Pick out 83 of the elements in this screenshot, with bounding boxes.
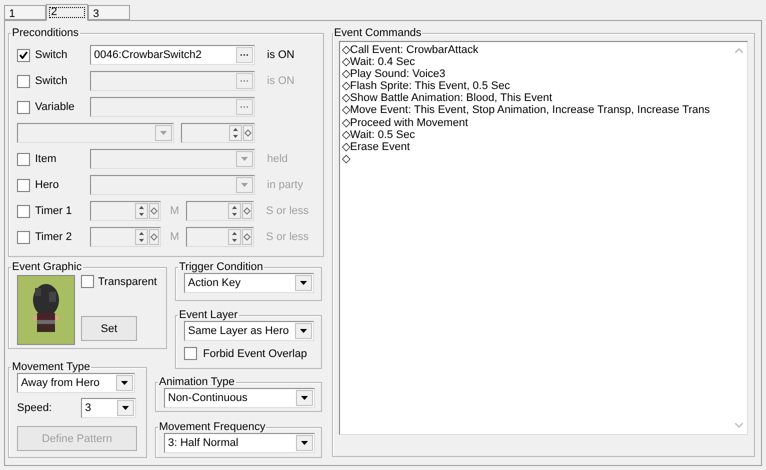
group-title: Preconditions: [11, 27, 80, 39]
dropdown[interactable]: 3: Half Normal: [164, 433, 315, 453]
set-button[interactable]: Set: [81, 316, 137, 341]
checkbox[interactable]: [17, 48, 30, 62]
checkbox-label: Variable: [35, 101, 75, 113]
unit-label: M: [170, 205, 180, 217]
group-title: Movement Type: [11, 361, 92, 373]
condition-label: is ON: [267, 75, 294, 87]
command-line[interactable]: ◇: [342, 152, 730, 165]
dropdown[interactable]: 3: [81, 398, 136, 418]
number-field[interactable]: [90, 201, 161, 221]
command-line[interactable]: ◇Flash Sprite: This Event, 0.5 Sec: [342, 80, 730, 92]
checkbox-label: Hero: [35, 179, 59, 191]
dropdown[interactable]: [90, 149, 255, 169]
text-field[interactable]: ···: [90, 97, 255, 117]
dropdown[interactable]: Away from Hero: [17, 373, 135, 393]
checkbox-label: Transparent: [98, 276, 157, 288]
dropdown-arrow-icon: [241, 157, 248, 161]
number-field[interactable]: [181, 123, 255, 143]
dropdown-arrow-icon: [301, 396, 308, 400]
group-title: Movement Frequency: [158, 421, 266, 433]
group-title: Animation Type: [158, 376, 236, 388]
dropdown[interactable]: Same Layer as Hero: [184, 321, 314, 341]
command-line[interactable]: ◇Move Event: This Event, Stop Animation, Increase Transp, Increase Trans: [342, 104, 730, 117]
command-line[interactable]: ◇Erase Event: [342, 140, 730, 153]
spin-buttons[interactable]: [229, 125, 242, 141]
command-line[interactable]: ◇Proceed with Movement: [342, 116, 730, 129]
checkbox-label: Forbid Event Overlap: [203, 348, 307, 360]
condition-label: in party: [267, 179, 304, 191]
tab[interactable]: 1: [4, 5, 46, 20]
checkbox[interactable]: [17, 230, 30, 244]
dropdown[interactable]: Non-Continuous: [164, 388, 315, 408]
checkbox[interactable]: [184, 347, 197, 360]
number-field[interactable]: [186, 201, 254, 221]
group-title: Event Commands: [333, 27, 422, 39]
text-field[interactable]: ···: [90, 71, 255, 91]
speed-label: Speed:: [17, 402, 53, 414]
checkbox-label: Timer 1: [35, 205, 72, 217]
checkbox[interactable]: [17, 204, 30, 218]
checkbox[interactable]: [17, 178, 30, 192]
condition-label: is ON: [267, 49, 294, 61]
checkbox[interactable]: [81, 275, 94, 288]
checkbox-label: Switch: [35, 49, 68, 61]
browse-button[interactable]: ···: [236, 73, 253, 89]
dropdown-arrow-icon: [121, 381, 128, 385]
dropdown-arrow-icon: [300, 281, 307, 285]
command-line[interactable]: ◇Play Sound: Voice3: [342, 68, 730, 80]
dropdown[interactable]: Action Key: [184, 273, 314, 293]
dropdown[interactable]: [90, 175, 255, 195]
checkbox[interactable]: [17, 74, 30, 88]
tab[interactable]: 3: [88, 5, 130, 20]
spin-buttons[interactable]: [135, 203, 148, 219]
dropdown-arrow-icon: [241, 183, 248, 187]
checkbox-label: Switch: [35, 75, 68, 87]
number-field[interactable]: [186, 227, 254, 247]
checkbox[interactable]: [17, 100, 30, 114]
dropdown-arrow-icon: [122, 406, 129, 410]
command-line[interactable]: ◇Wait: 0.4 Sec: [342, 56, 730, 68]
number-field[interactable]: [90, 227, 161, 247]
text-field[interactable]: 0046:CrowbarSwitch2 ···: [90, 45, 255, 65]
command-line[interactable]: ◇Call Event: CrowbarAttack: [342, 44, 730, 56]
dropdown[interactable]: [17, 123, 174, 143]
spin-buttons[interactable]: [135, 229, 148, 245]
dropdown-arrow-icon: [301, 441, 308, 445]
group-title: Trigger Condition: [178, 261, 264, 273]
checkbox[interactable]: [17, 152, 30, 166]
spin-buttons[interactable]: [228, 203, 241, 219]
tab[interactable]: 2: [46, 4, 88, 21]
browse-button[interactable]: ···: [236, 99, 253, 115]
checkbox-label: Item: [35, 153, 56, 165]
condition-label: held: [267, 153, 288, 165]
dropdown-arrow-icon: [160, 131, 167, 135]
command-line[interactable]: ◇Wait: 0.5 Sec: [342, 128, 730, 141]
condition-label: S or less: [266, 231, 309, 243]
checkbox-label: Timer 2: [35, 231, 72, 243]
command-line[interactable]: ◇Show Battle Animation: Blood, This Event: [342, 92, 730, 104]
unit-label: M: [170, 231, 180, 243]
group-title: Event Graphic: [11, 261, 83, 273]
condition-label: S or less: [266, 205, 309, 217]
dropdown-arrow-icon: [300, 329, 307, 333]
group-title: Event Layer: [178, 309, 239, 321]
browse-button[interactable]: ···: [236, 47, 253, 63]
spin-buttons[interactable]: [228, 229, 241, 245]
